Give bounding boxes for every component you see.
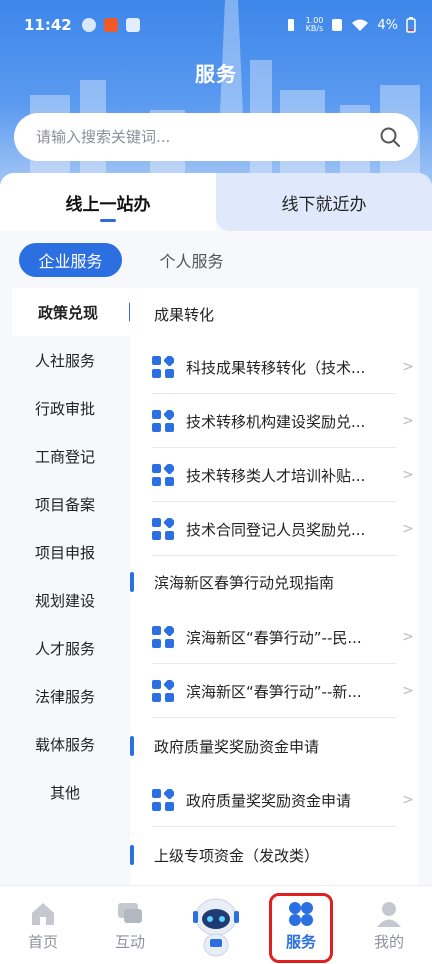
app-notification-icon bbox=[81, 18, 96, 32]
chevron-right-icon: > bbox=[402, 413, 414, 429]
vibrate-icon bbox=[287, 19, 294, 31]
chat-icon bbox=[118, 902, 142, 923]
tab-underline bbox=[100, 219, 116, 222]
chevron-right-icon: > bbox=[402, 467, 414, 483]
clock: 11:42 bbox=[24, 16, 72, 34]
sidebar-item-policy[interactable]: 政策兑现 bbox=[12, 288, 133, 336]
section-marker bbox=[130, 572, 134, 592]
list-item[interactable]: 技术合同登记人员奖励兑... > bbox=[130, 502, 418, 556]
service-app-icon bbox=[152, 464, 174, 486]
header: 11:42 1.00 KB/s 4% 服务 bbox=[0, 0, 432, 190]
search-icon[interactable] bbox=[378, 125, 402, 149]
list-item[interactable]: 滨海新区“春笋行动”--新... > bbox=[130, 664, 418, 718]
list-item[interactable]: 科技成果转移转化（技术... > bbox=[130, 340, 418, 394]
service-app-icon bbox=[152, 410, 174, 432]
section-header: 成果转化 bbox=[154, 305, 215, 324]
sidebar-item-legal[interactable]: 法律服务 bbox=[0, 672, 130, 720]
sidebar-item-project-filing[interactable]: 项目备案 bbox=[0, 480, 130, 528]
home-icon bbox=[32, 902, 54, 925]
chevron-right-icon: > bbox=[402, 629, 414, 645]
audience-tabs: 企业服务 个人服务 bbox=[0, 243, 432, 279]
nav-home[interactable]: 首页 bbox=[8, 886, 78, 964]
channel-tabs: 线上一站办 线下就近办 bbox=[0, 173, 432, 231]
service-panel: 线上一站办 线下就近办 企业服务 个人服务 政策兑现 人社服务 行政审批 工商登… bbox=[0, 173, 432, 885]
section-header: 政府质量奖奖励资金申请 bbox=[130, 724, 418, 768]
service-app-icon bbox=[152, 518, 174, 540]
list-item[interactable]: 政府质量奖奖励资金申请 > bbox=[130, 773, 418, 827]
network-speed: 1.00 KB/s bbox=[305, 16, 324, 33]
nav-mine[interactable]: 我的 bbox=[354, 886, 424, 964]
search-bar[interactable] bbox=[14, 113, 418, 161]
tab-personal-service[interactable]: 个人服务 bbox=[140, 243, 243, 277]
chevron-right-icon: > bbox=[402, 683, 414, 699]
sidebar-item-planning[interactable]: 规划建设 bbox=[0, 576, 130, 624]
sidebar-item-social-security[interactable]: 人社服务 bbox=[0, 336, 130, 384]
chevron-right-icon: > bbox=[402, 792, 414, 808]
service-app-icon bbox=[152, 626, 174, 648]
mail-notification-icon bbox=[125, 18, 140, 32]
chevron-right-icon: > bbox=[402, 521, 414, 537]
tab-online[interactable]: 线上一站办 bbox=[0, 173, 216, 231]
sidebar-item-talent[interactable]: 人才服务 bbox=[0, 624, 130, 672]
wifi-icon bbox=[352, 19, 369, 31]
user-icon bbox=[377, 901, 401, 927]
list-item[interactable]: 技术转移类人才培训补贴... > bbox=[130, 448, 418, 502]
sim-icon bbox=[332, 19, 343, 31]
sidebar-item-business-registration[interactable]: 工商登记 bbox=[0, 432, 130, 480]
sidebar-item-carrier[interactable]: 载体服务 bbox=[0, 720, 130, 768]
list-item[interactable]: 技术转移机构建设奖励兑... > bbox=[130, 394, 418, 448]
service-app-icon bbox=[152, 680, 174, 702]
tab-enterprise-service[interactable]: 企业服务 bbox=[19, 243, 122, 277]
chevron-right-icon: > bbox=[402, 359, 414, 375]
tab-offline[interactable]: 线下就近办 bbox=[216, 173, 432, 231]
page-title: 服务 bbox=[195, 62, 237, 86]
category-sidebar: 政策兑现 人社服务 行政审批 工商登记 项目备案 项目申报 规划建设 人才服务 … bbox=[0, 288, 133, 885]
selection-highlight bbox=[269, 893, 333, 963]
status-bar: 11:42 1.00 KB/s 4% bbox=[0, 0, 432, 50]
service-app-icon bbox=[152, 356, 174, 378]
section-header: 滨海新区春笋行动兑现指南 bbox=[130, 560, 418, 604]
divider bbox=[152, 826, 396, 827]
list-item[interactable]: 滨海新区“春笋行动”--民... > bbox=[130, 610, 418, 664]
battery-icon bbox=[406, 17, 416, 33]
section-header: 上级专项资金（发改类） bbox=[130, 833, 418, 877]
shop-notification-icon bbox=[103, 18, 118, 32]
service-list: 成果转化 科技成果转移转化（技术... > 技术转移机构建设奖励兑... > 技… bbox=[130, 288, 418, 885]
service-app-icon bbox=[152, 789, 174, 811]
search-input[interactable] bbox=[36, 128, 378, 146]
divider bbox=[152, 717, 396, 718]
nav-interact[interactable]: 互动 bbox=[95, 886, 165, 964]
section-marker bbox=[130, 845, 134, 865]
sidebar-item-other[interactable]: 其他 bbox=[0, 768, 130, 816]
sidebar-item-project-application[interactable]: 项目申报 bbox=[0, 528, 130, 576]
sidebar-item-admin-approval[interactable]: 行政审批 bbox=[0, 384, 130, 432]
battery-level: 4% bbox=[377, 17, 398, 33]
section-marker bbox=[130, 736, 134, 756]
divider bbox=[152, 555, 396, 556]
robot-assistant-icon[interactable] bbox=[188, 893, 244, 959]
